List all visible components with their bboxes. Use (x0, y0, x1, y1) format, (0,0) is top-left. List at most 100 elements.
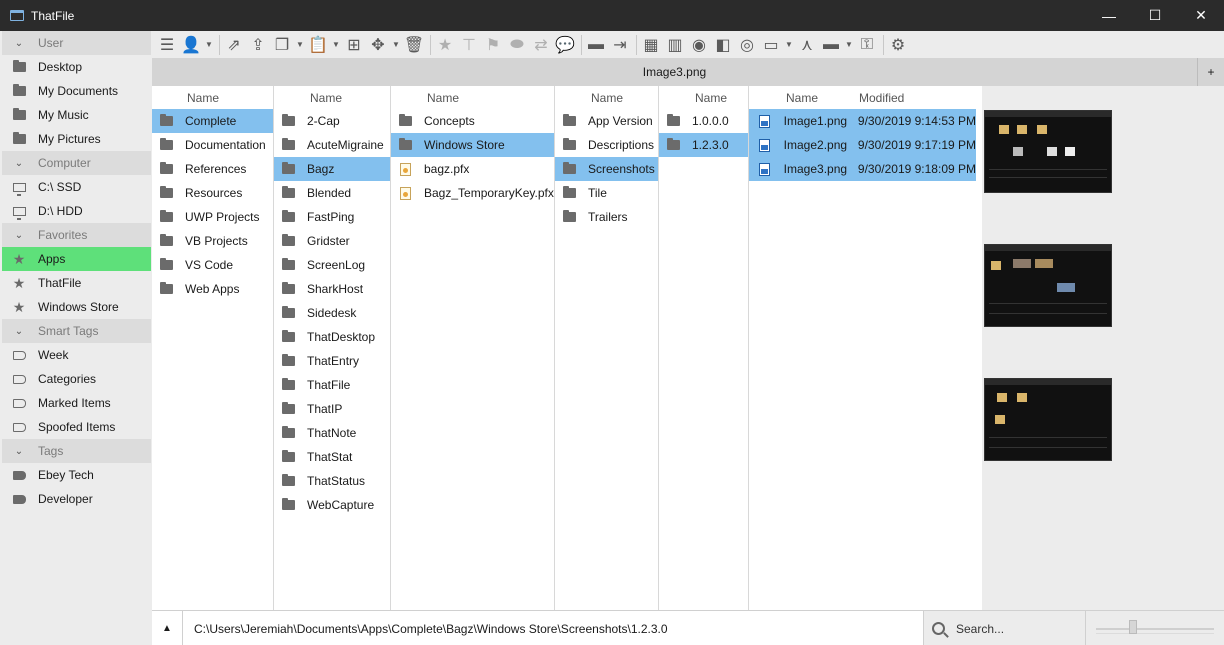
sidebar-item-my-music[interactable]: My Music (2, 103, 151, 127)
folder-row[interactable]: ThatStat (274, 445, 390, 469)
layout-bar-icon[interactable]: ▬ (820, 34, 842, 56)
delete-icon[interactable]: 🗑 (403, 34, 425, 56)
sidebar-item-my-documents[interactable]: My Documents (2, 79, 151, 103)
sidebar-item-spoofed-items[interactable]: Spoofed Items (2, 415, 151, 439)
maximize-button[interactable]: ☐ (1132, 0, 1178, 31)
file-row[interactable]: Image2.png 9/30/2019 9:17:19 PM (749, 133, 976, 157)
folder-row[interactable]: Documentation (152, 133, 273, 157)
thumbnail-image2[interactable] (984, 244, 1112, 327)
column-header-name[interactable]: Name (152, 86, 273, 109)
column-header-name[interactable]: Name (391, 86, 554, 109)
folder-row[interactable]: VB Projects (152, 229, 273, 253)
file-row[interactable]: Bagz_TemporaryKey.pfx (391, 181, 554, 205)
folder-row[interactable]: 1.2.3.0 (659, 133, 748, 157)
folder-row[interactable]: App Version (555, 109, 658, 133)
folder-row[interactable]: ScreenLog (274, 253, 390, 277)
folder-row[interactable]: 2-Cap (274, 109, 390, 133)
folder-row[interactable]: Gridster (274, 229, 390, 253)
sidebar-item-c-ssd[interactable]: C:\ SSD (2, 175, 151, 199)
preview-eye-icon[interactable]: ◉ (688, 34, 710, 56)
sidebar-item-desktop[interactable]: Desktop (2, 55, 151, 79)
folder-row[interactable]: ThatFile (274, 373, 390, 397)
sidebar-item-apps[interactable]: ★ Apps (2, 247, 151, 271)
swap-icon[interactable]: ⇄ (530, 34, 552, 56)
zoom-slider[interactable] (1085, 611, 1224, 645)
sidebar-item-thatfile[interactable]: ★ ThatFile (2, 271, 151, 295)
folder-row[interactable]: FastPing (274, 205, 390, 229)
copy-icon[interactable]: ❐ (271, 34, 293, 56)
sidebar-section-user[interactable]: ⌄ User (2, 31, 151, 55)
column-header-name[interactable]: Name (274, 86, 390, 109)
sidebar-section-tags[interactable]: ⌄ Tags (2, 439, 151, 463)
sidebar-item-d-hdd[interactable]: D:\ HDD (2, 199, 151, 223)
file-row[interactable]: Image3.png 9/30/2019 9:18:09 PM (749, 157, 976, 181)
user-icon[interactable]: 👤 (180, 34, 202, 56)
zoom-slider-thumb[interactable] (1129, 620, 1138, 634)
column-header-name[interactable]: Name (555, 86, 658, 109)
search-input[interactable]: Search... (923, 611, 1085, 645)
thumbnail-image1[interactable] (984, 110, 1112, 193)
chevron-down-icon[interactable]: ▼ (844, 34, 854, 56)
chevron-down-icon[interactable]: ▼ (784, 34, 794, 56)
compass-icon[interactable]: ◎ (736, 34, 758, 56)
sidebar-item-marked-items[interactable]: Marked Items (2, 391, 151, 415)
folder-row[interactable]: ThatStatus (274, 469, 390, 493)
close-button[interactable]: ✕ (1178, 0, 1224, 31)
navigate-up-button[interactable]: ▲ (152, 611, 183, 645)
chevron-down-icon[interactable]: ▼ (331, 34, 341, 56)
sidebar-item-windows-store[interactable]: ★ Windows Store (2, 295, 151, 319)
folder-row[interactable]: Sidedesk (274, 301, 390, 325)
open-up-icon[interactable]: ⇪ (247, 34, 269, 56)
folder-row[interactable]: Screenshots (555, 157, 658, 181)
folder-row[interactable]: Blended (274, 181, 390, 205)
window-icon[interactable]: ▭ (760, 34, 782, 56)
folder-row[interactable]: ThatDesktop (274, 325, 390, 349)
add-pane-button[interactable]: + (1197, 58, 1224, 86)
chevron-down-icon[interactable]: ▼ (295, 34, 305, 56)
chevron-down-icon[interactable]: ▼ (391, 34, 401, 56)
folder-row[interactable]: UWP Projects (152, 205, 273, 229)
flag-icon[interactable]: ⚑ (482, 34, 504, 56)
favorite-star-icon[interactable]: ★ (434, 34, 456, 56)
sidebar-item-my-pictures[interactable]: My Pictures (2, 127, 151, 151)
columns-view-icon[interactable]: ▥ (664, 34, 686, 56)
column-header-name[interactable]: Name (659, 86, 748, 109)
folder-row[interactable]: Tile (555, 181, 658, 205)
folder-row[interactable]: WebCapture (274, 493, 390, 517)
tag-icon[interactable]: ⬬ (506, 34, 528, 56)
thumbnail-image3[interactable] (984, 378, 1112, 461)
folder-row[interactable]: Web Apps (152, 277, 273, 301)
sidebar-section-favorites[interactable]: ⌄ Favorites (2, 223, 151, 247)
sidebar-item-developer[interactable]: Developer (2, 487, 151, 511)
folder-row[interactable]: Windows Store (391, 133, 554, 157)
settings-gear-icon[interactable]: ⚙ (887, 34, 909, 56)
folder-row[interactable]: Complete (152, 109, 273, 133)
folder-row[interactable]: Descriptions (555, 133, 658, 157)
open-external-icon[interactable]: ⇗ (223, 34, 245, 56)
path-bar[interactable]: C:\Users\Jeremiah\Documents\Apps\Complet… (183, 611, 923, 645)
folder-row[interactable]: ThatEntry (274, 349, 390, 373)
pin-top-icon[interactable]: ⊤ (458, 34, 480, 56)
column-header-name[interactable]: Name (749, 91, 859, 105)
folder-row[interactable]: Resources (152, 181, 273, 205)
folder-row[interactable]: ThatNote (274, 421, 390, 445)
comment-icon[interactable]: 💬 (554, 34, 576, 56)
minimize-button[interactable]: — (1086, 0, 1132, 31)
folder-row[interactable]: Trailers (555, 205, 658, 229)
compare-icon[interactable]: ◧ (712, 34, 734, 56)
move-icon[interactable]: ✥ (367, 34, 389, 56)
folder-row[interactable]: SharkHost (274, 277, 390, 301)
file-row[interactable]: Image1.png 9/30/2019 9:14:53 PM (749, 109, 976, 133)
folder-row[interactable]: Bagz (274, 157, 390, 181)
folder-row[interactable]: AcuteMigraine (274, 133, 390, 157)
folder-row[interactable]: Concepts (391, 109, 554, 133)
sidebar-item-ebey-tech[interactable]: Ebey Tech (2, 463, 151, 487)
column-header-modified[interactable]: Modified (859, 91, 904, 105)
tiles-view-icon[interactable]: ▦ (640, 34, 662, 56)
sidebar-section-computer[interactable]: ⌄ Computer (2, 151, 151, 175)
merge-icon[interactable]: ⋏ (796, 34, 818, 56)
file-row[interactable]: bagz.pfx (391, 157, 554, 181)
folder-row[interactable]: ThatIP (274, 397, 390, 421)
paste-icon[interactable]: 📋 (307, 34, 329, 56)
rename-icon[interactable]: ⇥ (609, 34, 631, 56)
